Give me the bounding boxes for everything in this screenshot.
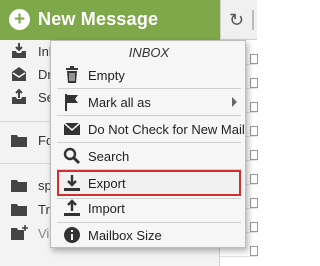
- upload-icon: [64, 199, 80, 216]
- info-icon: [64, 227, 80, 243]
- submenu-arrow-icon: [232, 97, 237, 107]
- download-icon: [64, 175, 80, 191]
- flag-icon: [65, 94, 78, 111]
- toolbar-divider: [252, 10, 254, 30]
- folder-icon: [11, 180, 27, 192]
- plus-icon: +: [9, 9, 30, 30]
- menu-item-search[interactable]: Search: [57, 144, 241, 168]
- message-checkbox[interactable]: [250, 126, 258, 136]
- menu-item-do-not-check[interactable]: Do Not Check for New Mail: [57, 117, 245, 141]
- refresh-icon[interactable]: ↻: [229, 10, 244, 31]
- menu-item-label: Export: [88, 176, 126, 191]
- message-checkbox[interactable]: [250, 198, 258, 208]
- toolbar: ↻: [220, 0, 257, 40]
- add-folder-icon: [11, 225, 28, 240]
- menu-item-empty[interactable]: Empty: [57, 63, 241, 87]
- message-checkbox[interactable]: [250, 102, 258, 112]
- menu-item-import[interactable]: Import: [57, 196, 241, 220]
- message-checkbox[interactable]: [250, 54, 258, 64]
- inbox-context-menu: INBOX Empty Mark all as Do Not Check for…: [50, 40, 246, 248]
- menu-divider: [57, 88, 241, 89]
- menu-item-label: Mark all as: [88, 95, 151, 110]
- inbox-tray-icon: [12, 43, 26, 58]
- menu-item-export[interactable]: Export: [57, 170, 241, 196]
- menu-item-label: Mailbox Size: [88, 228, 162, 243]
- menu-item-mark-all-as[interactable]: Mark all as: [57, 90, 241, 114]
- message-checkbox[interactable]: [250, 150, 258, 160]
- list-row-divider: [220, 256, 257, 257]
- new-message-label: New Message: [38, 9, 159, 29]
- menu-item-label: Do Not Check for New Mail: [88, 122, 245, 137]
- message-checkbox[interactable]: [250, 78, 258, 88]
- search-icon: [63, 147, 81, 165]
- envelope-x-icon: [63, 122, 81, 135]
- sent-tray-icon: [12, 88, 26, 104]
- menu-item-mailbox-size[interactable]: Mailbox Size: [57, 223, 241, 247]
- message-checkbox[interactable]: [250, 222, 258, 232]
- message-checkbox[interactable]: [250, 246, 258, 256]
- menu-item-label: Import: [88, 201, 125, 216]
- menu-title: INBOX: [128, 45, 170, 60]
- menu-divider: [57, 142, 241, 143]
- trash-icon: [66, 66, 78, 83]
- new-message-button[interactable]: + New Message: [0, 0, 220, 40]
- menu-divider: [57, 115, 241, 116]
- message-checkbox[interactable]: [250, 174, 258, 184]
- drafts-envelope-icon: [12, 67, 26, 81]
- folder-icon: [11, 135, 27, 147]
- menu-item-label: Search: [88, 149, 130, 164]
- folder-icon: [11, 204, 27, 216]
- menu-item-label: Empty: [88, 68, 125, 83]
